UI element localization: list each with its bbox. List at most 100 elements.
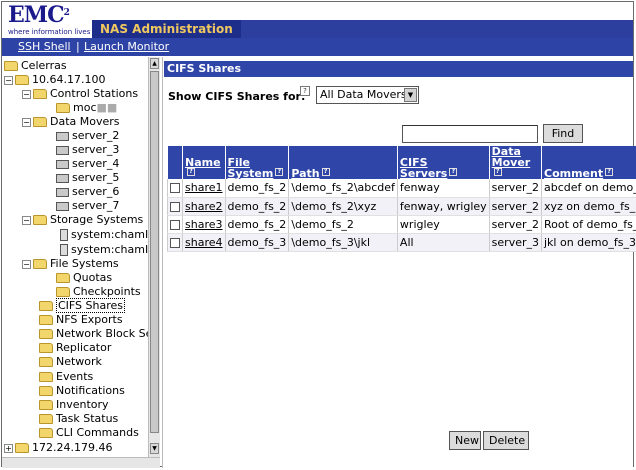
help-icon[interactable]: ? — [275, 168, 284, 176]
tree-item-notifications[interactable]: Notifications — [39, 384, 125, 398]
tree-item-server[interactable]: server_7 — [56, 199, 119, 213]
table-row: share3 demo_fs_2 \demo_fs_2 wrigley serv… — [167, 215, 636, 234]
share-name-link[interactable]: share4 — [185, 236, 223, 249]
collapse-icon[interactable]: − — [22, 117, 31, 127]
collapse-icon[interactable]: − — [22, 215, 31, 225]
column-header-file-system[interactable]: File System? — [224, 146, 289, 179]
collapse-icon[interactable]: − — [22, 89, 31, 99]
launch-monitor-link[interactable]: Launch Monitor — [84, 40, 169, 53]
tree-item-server[interactable]: server_3 — [56, 143, 119, 157]
find-input[interactable] — [402, 125, 538, 143]
panel-title: CIFS Shares — [164, 61, 633, 77]
share-name-link[interactable]: share3 — [185, 218, 223, 231]
data-mover-select-value: All Data Movers — [320, 88, 407, 101]
scroll-down-icon[interactable]: ▼ — [150, 443, 159, 454]
tree-item-server[interactable]: server_2 — [56, 129, 119, 143]
help-icon[interactable]: ? — [605, 168, 614, 176]
folder-icon — [15, 75, 29, 85]
tree-item-server[interactable]: server_6 — [56, 185, 119, 199]
cifs-servers-cell: fenway — [396, 179, 490, 198]
tree-item-inventory[interactable]: Inventory — [39, 398, 109, 412]
expand-icon[interactable]: + — [4, 443, 13, 453]
help-icon[interactable]: ? — [187, 168, 195, 176]
tree-item-task-status[interactable]: Task Status — [39, 412, 118, 426]
scroll-thumb[interactable] — [150, 71, 159, 433]
collapse-icon[interactable]: − — [22, 259, 31, 269]
data-mover-cell: server_3 — [488, 233, 542, 252]
tree-item-celerras[interactable]: Celerras — [4, 59, 67, 73]
data-mover-cell: server_2 — [488, 197, 542, 216]
tree-item-server[interactable]: server_4 — [56, 157, 119, 171]
share-name-link[interactable]: share2 — [185, 200, 223, 213]
help-icon[interactable]: ? — [300, 86, 310, 96]
tree-item-events[interactable]: Events — [39, 370, 93, 384]
tree-horizontal-scrollbar[interactable] — [2, 457, 160, 468]
folder-icon — [39, 386, 53, 396]
tree-item-storage[interactable]: system:chamI — [60, 228, 148, 242]
tree-item-replicator[interactable]: Replicator — [39, 341, 111, 355]
delete-button[interactable]: Delete — [483, 431, 529, 450]
share-name-cell: share1 — [182, 179, 225, 198]
server-icon — [56, 145, 69, 155]
table-row: share2 demo_fs_2 \demo_fs_2\xyz fenway, … — [167, 197, 636, 216]
share-name-cell: share3 — [182, 215, 225, 234]
tree-vertical-scrollbar[interactable]: ▲ ▼ — [148, 57, 160, 457]
help-icon[interactable]: ? — [493, 168, 502, 176]
tree-item-network[interactable]: Network — [39, 355, 102, 369]
column-header-path[interactable]: Path? — [288, 146, 398, 179]
folder-icon — [56, 103, 70, 113]
show-for-label: Show CIFS Shares for: — [168, 90, 306, 103]
folder-icon — [39, 343, 53, 353]
storage-icon — [60, 229, 68, 241]
tree-item-storage[interactable]: system:chamI — [60, 243, 148, 257]
cifs-servers-cell: fenway, wrigley — [396, 197, 490, 216]
column-header-comment[interactable]: Comment? — [540, 146, 636, 179]
row-checkbox[interactable] — [170, 201, 180, 212]
emc-logo: EMC2 where information lives — [8, 2, 91, 36]
row-checkbox[interactable] — [170, 237, 180, 248]
tree-item-checkpoints[interactable]: Checkpoints — [56, 285, 141, 299]
help-icon[interactable]: ? — [321, 168, 330, 176]
tree-item-host2[interactable]: +172.24.179.46 — [4, 441, 112, 455]
tree-item-quotas[interactable]: Quotas — [56, 271, 112, 285]
tree-item-network-block[interactable]: Network Block Se — [39, 327, 148, 341]
path-cell: \demo_fs_2 — [288, 215, 398, 234]
folder-icon — [33, 259, 47, 269]
tree-item-host1[interactable]: −10.64.17.100 — [4, 73, 105, 87]
server-icon — [56, 187, 69, 197]
help-icon[interactable]: ? — [449, 168, 458, 176]
row-checkbox[interactable] — [170, 219, 180, 230]
data-mover-select[interactable]: All Data Movers ▼ — [316, 86, 419, 104]
row-checkbox-cell — [167, 179, 183, 198]
tree-item-data-movers[interactable]: − Data Movers — [22, 115, 120, 129]
tree-item-file-systems[interactable]: − File Systems — [22, 257, 119, 271]
main-panel: CIFS Shares Show CIFS Shares for: ? All … — [162, 57, 636, 468]
tree-item-cifs-shares[interactable]: CIFS Shares — [39, 298, 126, 313]
find-button[interactable]: Find — [543, 124, 583, 143]
scroll-up-icon[interactable]: ▲ — [150, 58, 159, 69]
column-header-name[interactable]: Name? — [182, 146, 225, 179]
column-header-cifs-servers[interactable]: CIFS Servers? — [396, 146, 490, 179]
folder-icon — [56, 287, 70, 297]
tree-item-control-stations[interactable]: − Control Stations — [22, 87, 138, 101]
dropdown-arrow-icon[interactable]: ▼ — [404, 88, 417, 102]
tree-item-control-station[interactable]: moc■■ — [56, 101, 117, 115]
tree-item-nfs-exports[interactable]: NFS Exports — [39, 313, 123, 327]
comment-cell: Root of demo_fs_ — [540, 215, 636, 234]
collapse-icon[interactable]: − — [4, 75, 13, 85]
share-name-link[interactable]: share1 — [185, 181, 223, 194]
table-row: share4 demo_fs_3 \demo_fs_3\jkl All serv… — [167, 233, 636, 252]
tree-item-storage-systems[interactable]: − Storage Systems — [22, 213, 143, 227]
file-system-cell: demo_fs_2 — [224, 197, 289, 216]
folder-icon — [39, 400, 53, 410]
server-icon — [56, 201, 69, 211]
tree-item-server[interactable]: server_5 — [56, 171, 119, 185]
row-checkbox-cell — [167, 197, 183, 216]
ssh-shell-link[interactable]: SSH Shell — [18, 40, 71, 53]
file-system-cell: demo_fs_2 — [224, 179, 289, 198]
folder-icon — [15, 443, 29, 453]
tree-item-cli-commands[interactable]: CLI Commands — [39, 426, 139, 440]
row-checkbox[interactable] — [170, 183, 180, 194]
new-button[interactable]: New — [449, 431, 481, 450]
column-header-data-mover[interactable]: Data Mover? — [488, 146, 542, 179]
